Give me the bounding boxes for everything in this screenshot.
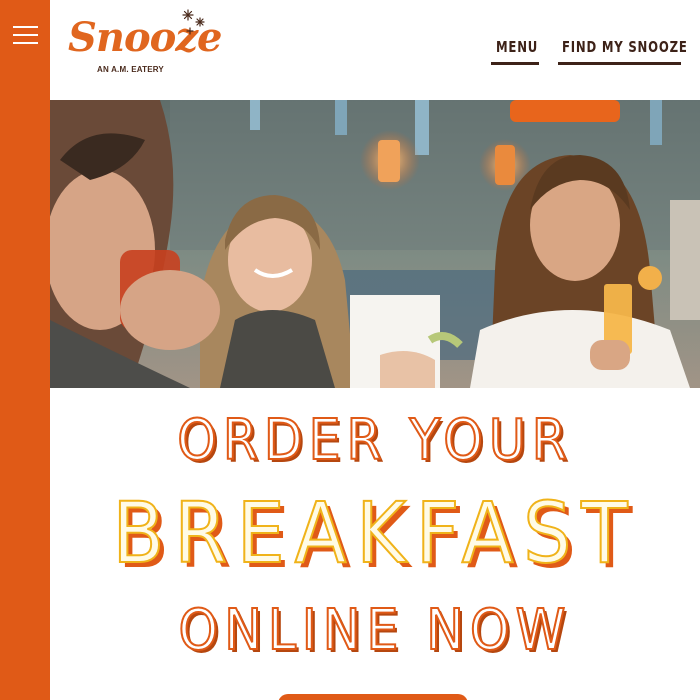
nav-menu-underline [491, 62, 539, 65]
diners-photo [50, 100, 700, 388]
nav-find-my-snooze-link[interactable]: FIND MY SNOOZE [562, 38, 688, 56]
sidebar [0, 0, 50, 700]
sparkle-icon [182, 9, 205, 35]
page: Snooze AN A.M. EATERY MENU FIND MY SNOOZ… [0, 0, 700, 700]
order-button[interactable] [278, 694, 468, 700]
snooze-logo[interactable]: Snooze AN A.M. EATERY [68, 8, 222, 78]
hamburger-menu-icon[interactable] [13, 26, 38, 44]
order-online-headline: ORDER YOUR BREAKFAST ONLINE NOW [50, 388, 700, 700]
site-header: Snooze AN A.M. EATERY MENU FIND MY SNOOZ… [50, 0, 700, 100]
logo-tagline: AN A.M. EATERY [97, 65, 164, 74]
nav-menu-link[interactable]: MENU [496, 38, 538, 56]
headline-line-1: ORDER YOUR [176, 407, 573, 474]
hero-image [50, 100, 700, 388]
headline-line-3: ONLINE NOW [178, 597, 572, 664]
nav-find-underline [558, 62, 681, 65]
headline-line-2: BREAKFAST [112, 483, 638, 583]
